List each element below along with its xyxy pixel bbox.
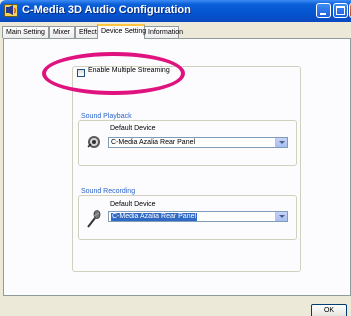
- chevron-down-icon[interactable]: [275, 212, 287, 221]
- config-window: C-Media 3D Audio Configuration Main Sett…: [0, 0, 351, 316]
- tab-device-setting[interactable]: Device Setting: [97, 24, 146, 39]
- recording-device-value: C-Media Azalia Rear Panel: [111, 213, 198, 221]
- tab-mixer[interactable]: Mixer: [49, 26, 75, 38]
- playback-device-select[interactable]: C-Media Azalia Rear Panel: [108, 137, 288, 148]
- chevron-down-icon[interactable]: [275, 138, 287, 147]
- tab-main-setting[interactable]: Main Setting: [2, 26, 49, 38]
- recording-device-select[interactable]: C-Media Azalia Rear Panel: [108, 211, 288, 222]
- tab-effect[interactable]: Effect: [75, 26, 99, 38]
- speaker-app-icon: [4, 4, 18, 17]
- sound-playback-title: Sound Playback: [80, 113, 133, 120]
- sound-recording-title: Sound Recording: [80, 188, 137, 195]
- window-title: C-Media 3D Audio Configuration: [22, 4, 191, 16]
- playback-device-label: Default Device: [110, 125, 156, 132]
- playback-device-value: C-Media Azalia Rear Panel: [111, 139, 196, 146]
- speaker-icon: [87, 136, 100, 148]
- tab-information[interactable]: Information: [144, 26, 183, 38]
- device-settings-frame: [72, 66, 301, 272]
- microphone-icon: [87, 210, 101, 228]
- maximize-button[interactable]: [333, 3, 348, 18]
- highlight-ellipse: [42, 52, 185, 95]
- bottom-bar: [0, 297, 351, 316]
- title-bar[interactable]: C-Media 3D Audio Configuration: [0, 0, 351, 22]
- minimize-button[interactable]: [316, 3, 331, 18]
- ok-button[interactable]: OK: [311, 304, 347, 316]
- recording-device-label: Default Device: [110, 201, 156, 208]
